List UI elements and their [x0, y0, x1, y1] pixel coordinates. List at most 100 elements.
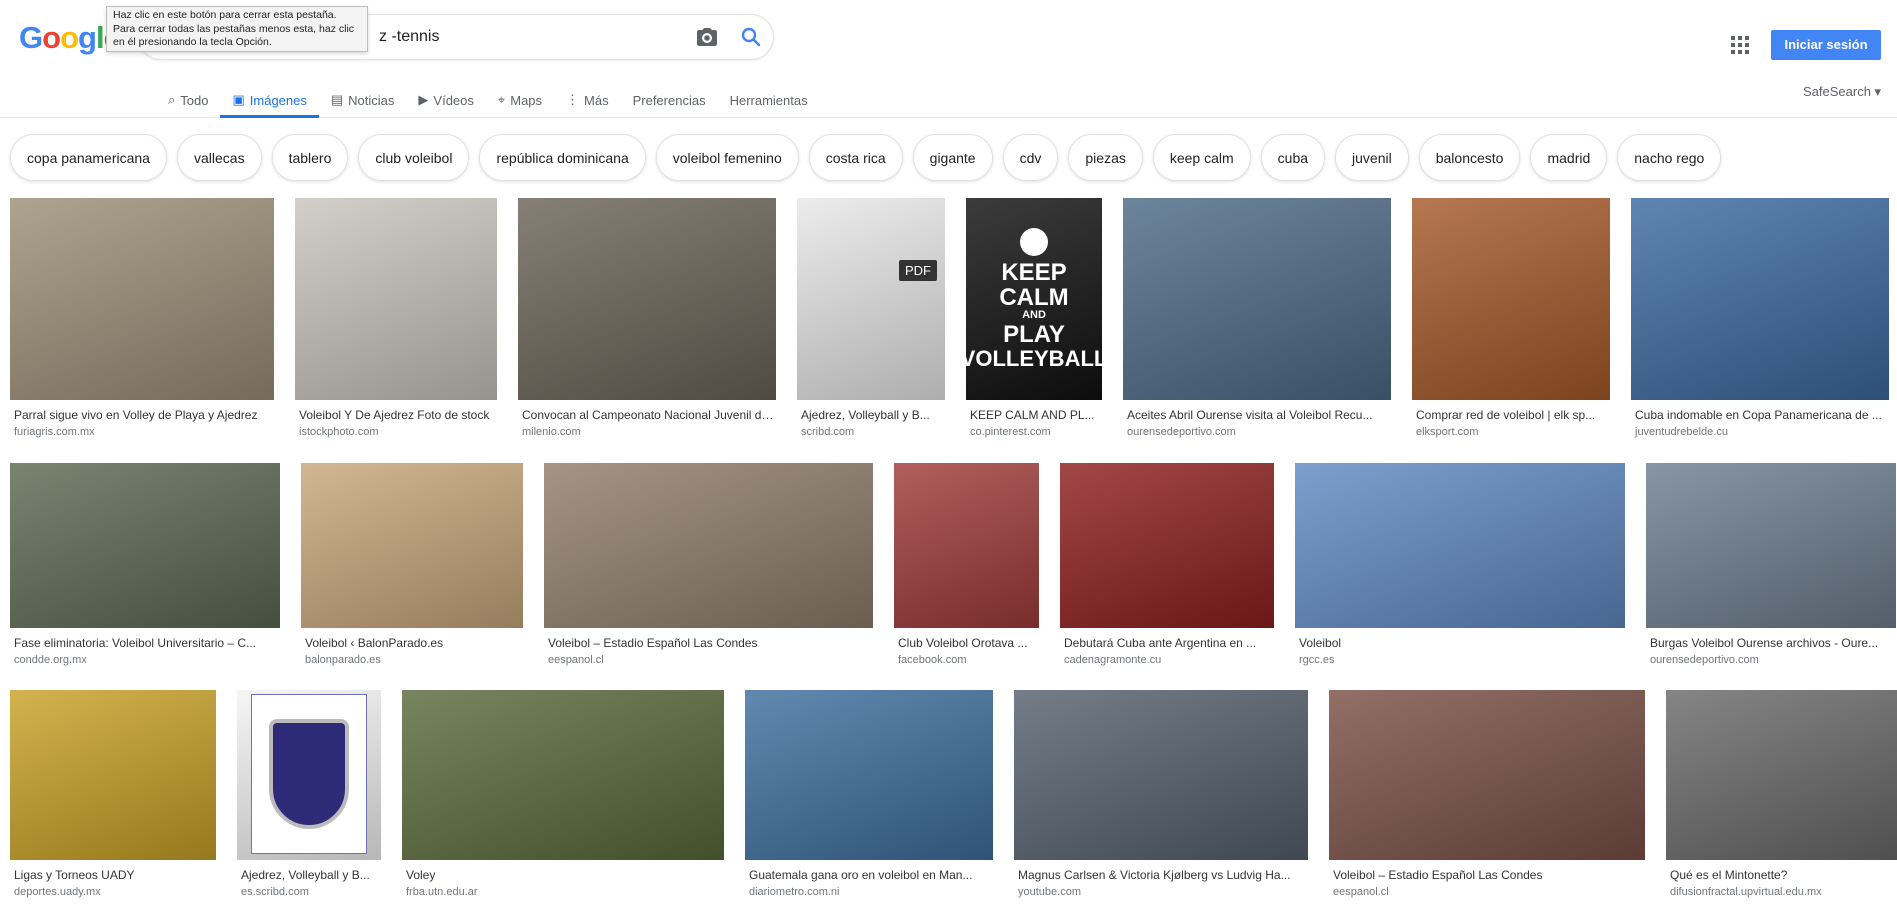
result-source[interactable]: milenio.com	[518, 426, 776, 438]
image-result[interactable]: Club Voleibol Orotava ... facebook.com	[894, 463, 1039, 666]
result-title[interactable]: Ligas y Torneos UADY	[10, 868, 216, 882]
result-source[interactable]: deportes.uady.mx	[10, 886, 216, 898]
signin-button[interactable]: Iniciar sesión	[1771, 30, 1881, 60]
google-logo[interactable]: Google	[19, 20, 121, 56]
result-thumbnail[interactable]	[402, 690, 724, 860]
image-result[interactable]: Convocan al Campeonato Nacional Juvenil …	[518, 198, 776, 438]
image-result[interactable]: Aceites Abril Ourense visita al Voleibol…	[1123, 198, 1391, 438]
result-thumbnail[interactable]	[1295, 463, 1625, 628]
result-thumbnail[interactable]	[1646, 463, 1896, 628]
safesearch-menu[interactable]: SafeSearch ▾	[1803, 84, 1881, 100]
result-title[interactable]: Voleibol Y De Ajedrez Foto de stock	[295, 408, 497, 422]
result-thumbnail[interactable]	[1329, 690, 1645, 860]
result-source[interactable]: ourensedeportivo.com	[1123, 426, 1391, 438]
suggestion-chip[interactable]: juvenil	[1335, 134, 1409, 181]
result-source[interactable]: facebook.com	[894, 654, 1039, 666]
result-thumbnail[interactable]	[894, 463, 1039, 628]
result-title[interactable]: Magnus Carlsen & Victoria Kjølberg vs Lu…	[1014, 868, 1308, 882]
image-result[interactable]: Cuba indomable en Copa Panamericana de .…	[1631, 198, 1889, 438]
image-result[interactable]: Parral sigue vivo en Volley de Playa y A…	[10, 198, 274, 438]
image-result[interactable]: Voley frba.utn.edu.ar	[402, 690, 724, 898]
result-thumbnail[interactable]	[1412, 198, 1610, 400]
suggestion-chip[interactable]: copa panamericana	[10, 134, 167, 181]
image-result[interactable]: Qué es el Mintonette? difusionfractal.upv…	[1666, 690, 1897, 898]
result-source[interactable]: ourensedeportivo.com	[1646, 654, 1896, 666]
image-result[interactable]: Comprar red de voleibol | elk sp... elksp…	[1412, 198, 1610, 438]
suggestion-chip[interactable]: costa rica	[808, 134, 903, 181]
result-title[interactable]: Voleibol ‹ BalonParado.es	[301, 636, 523, 650]
result-thumbnail[interactable]: PDF	[797, 198, 945, 400]
result-source[interactable]: elksport.com	[1412, 426, 1610, 438]
result-title[interactable]: Voleibol – Estadio Español Las Condes	[1329, 868, 1645, 882]
result-thumbnail[interactable]	[10, 463, 280, 628]
image-result[interactable]: Guatemala gana oro en voleibol en Man...…	[745, 690, 993, 898]
result-thumbnail[interactable]	[301, 463, 523, 628]
result-source[interactable]: cadenagramonte.cu	[1060, 654, 1274, 666]
suggestion-chip[interactable]: club voleibol	[358, 134, 470, 181]
result-title[interactable]: Voleibol – Estadio Español Las Condes	[544, 636, 873, 650]
result-source[interactable]: youtube.com	[1014, 886, 1308, 898]
result-title[interactable]: KEEP CALM AND PL...	[966, 408, 1102, 422]
suggestion-chip[interactable]: madrid	[1530, 134, 1608, 181]
suggestion-chip[interactable]: nacho rego	[1617, 134, 1722, 181]
result-title[interactable]: Ajedrez, Volleyball y B...	[797, 408, 945, 422]
result-thumbnail[interactable]	[1123, 198, 1391, 400]
tab-vídeos[interactable]: ▶ Vídeos	[406, 82, 485, 118]
result-title[interactable]: Parral sigue vivo en Volley de Playa y A…	[10, 408, 274, 422]
tab-maps[interactable]: ⌖ Maps	[486, 82, 554, 118]
result-title[interactable]: Comprar red de voleibol | elk sp...	[1412, 408, 1610, 422]
result-thumbnail[interactable]	[518, 198, 776, 400]
result-title[interactable]: Convocan al Campeonato Nacional Juvenil …	[518, 408, 776, 422]
suggestion-chip[interactable]: tablero	[271, 134, 349, 181]
suggestion-chip[interactable]: baloncesto	[1418, 134, 1521, 181]
result-source[interactable]: difusionfractal.upvirtual.edu.mx	[1666, 886, 1897, 898]
image-result[interactable]: Magnus Carlsen & Victoria Kjølberg vs Lu…	[1014, 690, 1308, 898]
result-thumbnail[interactable]	[1060, 463, 1274, 628]
suggestion-chip[interactable]: república dominicana	[479, 134, 646, 181]
result-title[interactable]: Guatemala gana oro en voleibol en Man...	[745, 868, 993, 882]
result-source[interactable]: condde.org.mx	[10, 654, 280, 666]
result-source[interactable]: es.scribd.com	[237, 886, 381, 898]
search-input[interactable]: z -tennis	[379, 28, 439, 46]
tab-todo[interactable]: ⌕ Todo	[156, 82, 220, 118]
result-thumbnail[interactable]: KEEP CALM AND PLAY VOLLEYBALL	[966, 198, 1102, 400]
suggestion-chip[interactable]: vallecas	[176, 134, 262, 181]
image-result[interactable]: Fase eliminatoria: Voleibol Universitari…	[10, 463, 280, 666]
image-result[interactable]: Debutará Cuba ante Argentina en ... caden…	[1060, 463, 1274, 666]
tab-más[interactable]: ⋮ Más	[554, 82, 621, 118]
image-result[interactable]: Ajedrez, Volleyball y B... es.scribd.com	[237, 690, 381, 898]
result-source[interactable]: balonparado.es	[301, 654, 523, 666]
image-result[interactable]: Ligas y Torneos UADY deportes.uady.mx	[10, 690, 216, 898]
result-title[interactable]: Voley	[402, 868, 724, 882]
suggestion-chip[interactable]: cuba	[1260, 134, 1326, 181]
result-thumbnail[interactable]	[1014, 690, 1308, 860]
result-source[interactable]: frba.utn.edu.ar	[402, 886, 724, 898]
image-result[interactable]: Voleibol ‹ BalonParado.es balonparado.es	[301, 463, 523, 666]
tab-preferencias[interactable]: Preferencias	[621, 82, 718, 118]
result-title[interactable]: Ajedrez, Volleyball y B...	[237, 868, 381, 882]
result-thumbnail[interactable]	[10, 690, 216, 860]
result-source[interactable]: co.pinterest.com	[966, 426, 1102, 438]
suggestion-chip[interactable]: keep calm	[1152, 134, 1251, 181]
result-thumbnail[interactable]	[1666, 690, 1897, 860]
result-thumbnail[interactable]	[295, 198, 497, 400]
tab-imágenes[interactable]: ▣ Imágenes	[220, 82, 320, 118]
result-title[interactable]: Voleibol	[1295, 636, 1625, 650]
result-thumbnail[interactable]	[745, 690, 993, 860]
suggestion-chip[interactable]: cdv	[1002, 134, 1059, 181]
result-source[interactable]: eespanol.cl	[544, 654, 873, 666]
image-result[interactable]: PDF Ajedrez, Volleyball y B... scribd.com	[797, 198, 945, 438]
camera-icon[interactable]	[695, 25, 719, 49]
result-title[interactable]: Aceites Abril Ourense visita al Voleibol…	[1123, 408, 1391, 422]
result-source[interactable]: istockphoto.com	[295, 426, 497, 438]
tab-noticias[interactable]: ▤ Noticias	[319, 82, 407, 118]
result-source[interactable]: eespanol.cl	[1329, 886, 1645, 898]
image-result[interactable]: Voleibol Y De Ajedrez Foto de stock istoc…	[295, 198, 497, 438]
search-icon[interactable]	[739, 25, 763, 49]
result-title[interactable]: Burgas Voleibol Ourense archivos - Oure.…	[1646, 636, 1896, 650]
image-result[interactable]: Voleibol – Estadio Español Las Condes ees…	[544, 463, 873, 666]
result-title[interactable]: Fase eliminatoria: Voleibol Universitari…	[10, 636, 280, 650]
image-result[interactable]: Burgas Voleibol Ourense archivos - Oure.…	[1646, 463, 1896, 666]
apps-grid-icon[interactable]	[1731, 36, 1749, 54]
result-title[interactable]: Qué es el Mintonette?	[1666, 868, 1897, 882]
